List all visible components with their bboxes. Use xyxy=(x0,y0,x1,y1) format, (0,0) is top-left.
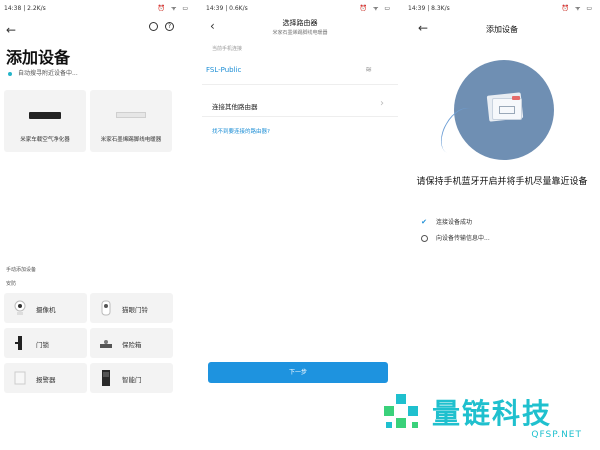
tile-label: 报警器 xyxy=(36,376,56,384)
next-button[interactable]: 下一步 xyxy=(208,362,388,383)
status-bar: 14:39 | 8.3K/s ⏰ ᯤ ▭ xyxy=(404,0,600,16)
found-device-card[interactable]: 米家车载空气净化器 xyxy=(4,90,86,152)
back-arrow-icon[interactable]: ← xyxy=(6,24,16,36)
category-tile[interactable]: 报警器 xyxy=(4,363,87,393)
chevron-right-icon: › xyxy=(380,98,384,109)
other-router-label: 连接其他路由器 xyxy=(212,103,258,111)
manual-add-label: 手动添加设备 xyxy=(6,267,37,273)
tile-label: 摄像机 xyxy=(36,306,56,314)
checkmark-icon: ✔ xyxy=(421,218,427,226)
page-title: 选择路由器 xyxy=(282,19,318,27)
watermark-url: QFSP.NET xyxy=(531,430,582,440)
connection-step: ✔ 连接设备成功 xyxy=(420,217,472,226)
step-text: 向设备传输信息中... xyxy=(436,235,490,242)
select-router-screen: 14:39 | 0.6K/s ⏰ ᯤ ▭ ‹ 选择路由器 米家石墨烯踢脚线电暖器… xyxy=(202,0,398,450)
router-help-link[interactable]: 找不到要连接的路由器? xyxy=(212,127,270,135)
lock-icon xyxy=(15,336,22,350)
device-name: 米家车载空气净化器 xyxy=(20,137,70,143)
watermark-text: 量链科技 xyxy=(432,397,553,430)
page-subtitle: 米家石墨烯踢脚线电暖器 xyxy=(272,30,328,36)
device-name: 米家石墨烯踢脚线电暖器 xyxy=(100,137,162,143)
camera-icon xyxy=(14,300,26,315)
step-text: 连接设备成功 xyxy=(436,219,473,226)
status-time: 14:38 | 2.2K/s xyxy=(4,5,46,12)
search-icon[interactable] xyxy=(149,22,158,31)
searching-text: 自动搜寻附近设备中... xyxy=(18,70,78,77)
status-time: 14:39 | 8.3K/s xyxy=(408,5,450,12)
searching-status: 自动搜寻附近设备中... xyxy=(8,68,78,77)
wifi-network-row[interactable]: FSL-Public ≋ xyxy=(202,57,398,85)
purifier-icon xyxy=(29,112,61,119)
help-icon[interactable]: ? xyxy=(165,22,174,31)
indicator-tab xyxy=(512,96,520,100)
found-device-card[interactable]: 米家石墨烯踢脚线电暖器 xyxy=(90,90,172,152)
current-connection-label: 当前手机连接 xyxy=(212,46,243,52)
tile-label: 保险箱 xyxy=(122,341,142,349)
other-router-row[interactable]: 连接其他路由器 › xyxy=(202,93,398,117)
loading-ring-icon xyxy=(420,235,428,242)
status-bar: 14:39 | 0.6K/s ⏰ ᯤ ▭ xyxy=(202,0,398,16)
category-tile[interactable]: 猫眼门铃 xyxy=(90,293,173,323)
alarm-icon xyxy=(14,371,26,385)
connection-step: 向设备传输信息中... xyxy=(420,233,490,242)
wifi-name: FSL-Public xyxy=(206,66,242,74)
page-title: 添加设备 xyxy=(6,48,71,67)
status-icons: ⏰ ᯤ ▭ xyxy=(359,5,392,12)
tile-label: 猫眼门铃 xyxy=(122,306,148,314)
status-icons: ⏰ ᯤ ▭ xyxy=(157,5,190,12)
category-tile[interactable]: 摄像机 xyxy=(4,293,87,323)
add-device-screen: 14:38 | 2.2K/s ⏰ ᯤ ▭ ← ? 添加设备 自动搜寻附近设备中.… xyxy=(0,0,196,450)
category-tile[interactable]: 门锁 xyxy=(4,328,87,358)
category-label: 安防 xyxy=(6,281,17,287)
status-bar: 14:38 | 2.2K/s ⏰ ᯤ ▭ xyxy=(0,0,196,16)
bluetooth-instruction: 请保持手机蓝牙开启并将手机尽量靠近设备 xyxy=(416,177,588,187)
doorbell-icon xyxy=(101,300,111,316)
status-time: 14:39 | 0.6K/s xyxy=(206,5,248,12)
tile-label: 门锁 xyxy=(36,341,49,349)
safe-icon xyxy=(100,340,112,348)
tile-label: 智能门 xyxy=(122,376,142,384)
door-icon xyxy=(102,370,110,386)
searching-dot-icon xyxy=(8,71,12,76)
status-icons: ⏰ ᯤ ▭ xyxy=(561,5,594,12)
heater-icon xyxy=(116,112,146,118)
device-screen-icon xyxy=(492,98,522,120)
wifi-signal-icon: ≋ xyxy=(365,65,372,74)
watermark: 量链科技 QFSP.NET xyxy=(380,392,600,450)
category-tile[interactable]: 智能门 xyxy=(90,363,173,393)
brand-logo-icon xyxy=(384,394,418,428)
connecting-screen: 14:39 | 8.3K/s ⏰ ᯤ ▭ ← 添加设备 请保持手机蓝牙开启并将手… xyxy=(404,0,600,450)
page-title: 添加设备 xyxy=(486,25,518,34)
category-tile[interactable]: 保险箱 xyxy=(90,328,173,358)
